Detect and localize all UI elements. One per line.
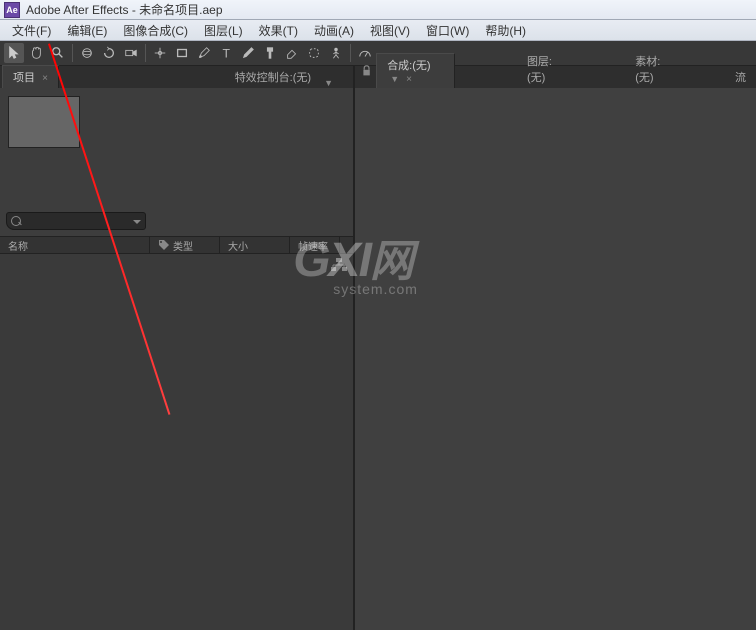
- composition-viewer-tab[interactable]: 合成:(无) ▼ ×: [376, 53, 455, 88]
- chevron-down-icon[interactable]: ▼: [324, 78, 333, 88]
- title-bar: Ae Adobe After Effects - 未命名项目.aep: [0, 0, 756, 20]
- column-headers: 名称 类型 大小 帧速率: [0, 236, 353, 254]
- brush-tool[interactable]: [238, 43, 258, 63]
- search-input[interactable]: [6, 212, 146, 230]
- right-panel-tabs: 合成:(无) ▼ × 图层:(无) 素材:(无) 流: [355, 66, 756, 88]
- menu-help[interactable]: 帮助(H): [477, 20, 534, 41]
- separator: [72, 44, 73, 62]
- anchor-tool[interactable]: [150, 43, 170, 63]
- project-panel: 项目 × 特效控制台:(无) ▼ 名称 类型 大小: [0, 66, 355, 630]
- text-tool[interactable]: T: [216, 43, 236, 63]
- pen-tool[interactable]: [194, 43, 214, 63]
- rotate-tool[interactable]: [99, 43, 119, 63]
- rect-tool[interactable]: [172, 43, 192, 63]
- project-tab-label: 项目: [13, 72, 35, 84]
- lock-icon[interactable]: [361, 64, 372, 78]
- chevron-down-icon[interactable]: ▼: [390, 74, 399, 84]
- app-icon: Ae: [4, 2, 20, 18]
- close-icon[interactable]: ×: [42, 73, 48, 84]
- hand-tool[interactable]: [26, 43, 46, 63]
- eraser-tool[interactable]: [282, 43, 302, 63]
- close-icon[interactable]: ×: [406, 74, 412, 85]
- menu-layer[interactable]: 图层(L): [196, 20, 251, 41]
- separator: [350, 44, 351, 62]
- menu-animation[interactable]: 动画(A): [306, 20, 362, 41]
- zoom-tool[interactable]: [48, 43, 68, 63]
- puppet-tool[interactable]: [326, 43, 346, 63]
- column-type[interactable]: 类型: [150, 237, 220, 253]
- menu-effect[interactable]: 效果(T): [251, 20, 306, 41]
- composition-tab-label: 合成:(无): [387, 60, 430, 72]
- layer-viewer-tab[interactable]: 图层:(无): [517, 50, 574, 88]
- workspace: 项目 × 特效控制台:(无) ▼ 名称 类型 大小: [0, 66, 756, 630]
- column-fps[interactable]: 帧速率: [290, 237, 340, 253]
- viewer-panel: 合成:(无) ▼ × 图层:(无) 素材:(无) 流: [355, 66, 756, 630]
- menu-window[interactable]: 窗口(W): [418, 20, 477, 41]
- selection-tool[interactable]: [4, 43, 24, 63]
- menu-composition[interactable]: 图像合成(C): [115, 20, 196, 41]
- footage-viewer-tab[interactable]: 素材:(无): [625, 50, 682, 88]
- flowchart-icon[interactable]: [331, 258, 347, 272]
- composition-thumbnail[interactable]: [8, 96, 80, 148]
- separator: [145, 44, 146, 62]
- window-title: Adobe After Effects - 未命名项目.aep: [26, 1, 223, 18]
- menu-file[interactable]: 文件(F): [4, 20, 59, 41]
- flowchart-tab[interactable]: 流: [725, 66, 756, 88]
- menu-view[interactable]: 视图(V): [362, 20, 418, 41]
- tag-icon: [158, 239, 170, 251]
- project-tab[interactable]: 项目 ×: [2, 65, 59, 88]
- column-size[interactable]: 大小: [220, 237, 290, 253]
- orbit-tool[interactable]: [77, 43, 97, 63]
- search-area: [0, 206, 353, 236]
- composition-viewer[interactable]: [355, 88, 756, 630]
- clone-tool[interactable]: [260, 43, 280, 63]
- project-thumbnail-area: [0, 88, 353, 156]
- camera-tool[interactable]: [121, 43, 141, 63]
- effects-tab[interactable]: 特效控制台:(无): [225, 66, 321, 88]
- svg-text:T: T: [223, 46, 231, 60]
- left-panel-tabs: 项目 × 特效控制台:(无) ▼: [0, 66, 353, 88]
- menu-bar: 文件(F) 编辑(E) 图像合成(C) 图层(L) 效果(T) 动画(A) 视图…: [0, 20, 756, 41]
- project-list[interactable]: [0, 254, 353, 630]
- menu-edit[interactable]: 编辑(E): [59, 20, 115, 41]
- column-name[interactable]: 名称: [0, 237, 150, 253]
- roto-tool[interactable]: [304, 43, 324, 63]
